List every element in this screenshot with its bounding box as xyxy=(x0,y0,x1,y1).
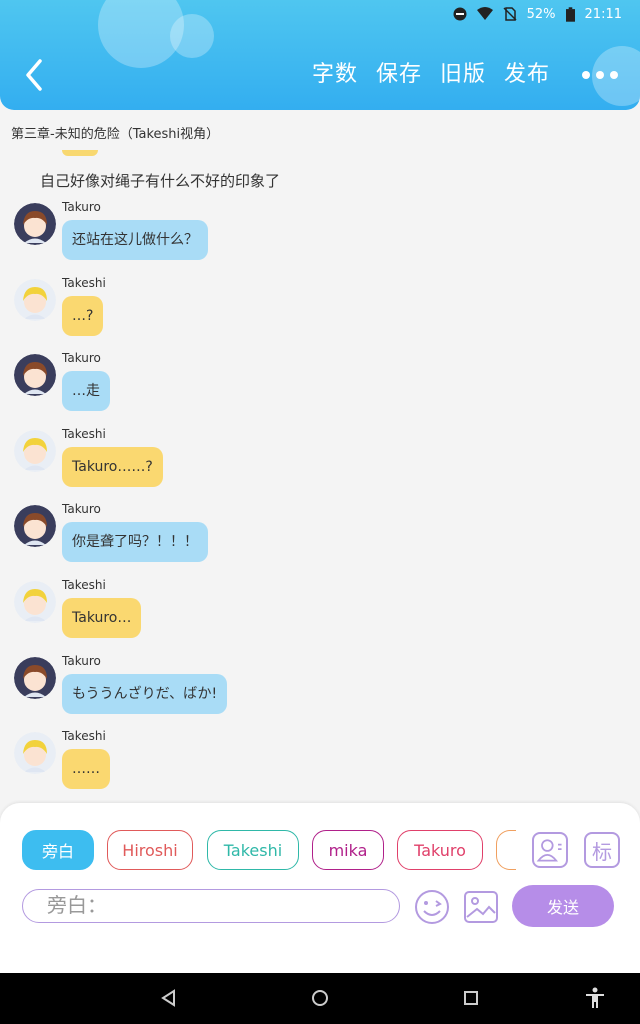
top-header: 52% 21:11 字数 保存 旧版 发布 xyxy=(0,0,640,110)
word-count-button[interactable]: 字数 xyxy=(312,58,358,92)
decor-bubble xyxy=(170,14,214,58)
chat-message[interactable]: Takuro もううんざりだ、ばか! xyxy=(14,654,614,727)
avatar[interactable] xyxy=(14,657,56,699)
speaker-name: Takuro xyxy=(62,502,101,516)
chat-message[interactable]: Takuro 你是聋了吗？！！！ xyxy=(14,502,614,575)
speaker-name: Takuro xyxy=(62,351,101,365)
nav-recents-icon[interactable] xyxy=(459,986,483,1010)
role-chip-hiroshi[interactable]: Hiroshi xyxy=(107,830,193,870)
role-chip-mika[interactable]: mika xyxy=(312,830,384,870)
speaker-name: Takuro xyxy=(62,654,101,668)
chat-message[interactable]: Takeshi Takuro……? xyxy=(14,427,614,500)
speaker-name: Takeshi xyxy=(62,578,106,592)
speaker-name: Takeshi xyxy=(62,427,106,441)
avatar[interactable] xyxy=(14,203,56,245)
system-nav-bar xyxy=(0,973,640,1024)
chat-message[interactable]: Takeshi Takuro… xyxy=(14,578,614,651)
chat-message[interactable]: Takeshi …? xyxy=(14,276,614,349)
message-bubble[interactable]: もううんざりだ、ばか! xyxy=(62,674,228,714)
speaker-name: Takuro xyxy=(62,200,101,214)
message-bubble[interactable]: …走 xyxy=(62,371,110,411)
avatar[interactable] xyxy=(14,732,56,774)
chat-message[interactable]: Takuro …走 xyxy=(14,351,614,424)
accessibility-icon[interactable] xyxy=(583,986,607,1010)
back-icon[interactable] xyxy=(20,55,50,95)
message-bubble[interactable]: Takuro……? xyxy=(62,447,163,487)
avatar[interactable] xyxy=(14,430,56,472)
header-actions: 字数 保存 旧版 发布 xyxy=(312,58,618,92)
wifi-icon xyxy=(476,7,493,20)
more-icon[interactable] xyxy=(582,58,618,92)
chat-message[interactable]: Takuro 还站在这儿做什么？ xyxy=(14,200,614,273)
battery-percent: 52% xyxy=(526,6,556,22)
avatar[interactable] xyxy=(14,354,56,396)
send-button[interactable]: 发送 xyxy=(512,885,614,927)
chat-message[interactable]: Takeshi …… xyxy=(14,729,614,802)
old-version-button[interactable]: 旧版 xyxy=(440,58,486,92)
narration-text: 自己好像对绳子有什么不好的印象了 xyxy=(40,172,281,190)
do-not-disturb-icon xyxy=(453,7,467,21)
dialogue-input[interactable]: 旁白： xyxy=(22,889,400,923)
nav-home-icon[interactable] xyxy=(308,986,332,1010)
save-button[interactable]: 保存 xyxy=(376,58,422,92)
clock: 21:11 xyxy=(584,6,622,22)
character-manage-icon[interactable] xyxy=(532,832,568,868)
avatar[interactable] xyxy=(14,505,56,547)
no-sim-icon xyxy=(503,7,517,21)
chapter-title: 第三章-未知的危险（Takeshi视角） xyxy=(11,127,220,142)
message-bubble[interactable]: Takuro… xyxy=(62,598,142,638)
avatar[interactable] xyxy=(14,581,56,623)
nav-back-icon[interactable] xyxy=(157,986,181,1010)
publish-button[interactable]: 发布 xyxy=(504,58,550,92)
role-chip-takuro[interactable]: Takuro xyxy=(397,830,483,870)
narration-bubble-tail xyxy=(62,150,98,156)
speaker-name: Takeshi xyxy=(62,729,106,743)
emoji-icon[interactable] xyxy=(414,889,450,925)
message-bubble[interactable]: 还站在这儿做什么？ xyxy=(62,220,208,260)
role-chip-takeshi[interactable]: Takeshi xyxy=(207,830,299,870)
role-chip-narration[interactable]: 旁白 xyxy=(22,830,94,870)
input-panel: 旁白 Hiroshi Takeshi mika Takuro 标 旁白： 发送 xyxy=(0,803,640,973)
battery-icon xyxy=(565,6,575,22)
message-bubble[interactable]: …… xyxy=(62,749,110,789)
message-bubble[interactable]: 你是聋了吗？！！！ xyxy=(62,522,208,562)
role-chip-partial[interactable] xyxy=(496,830,516,870)
tag-button[interactable]: 标 xyxy=(584,832,620,868)
speaker-name: Takeshi xyxy=(62,276,106,290)
status-bar: 52% 21:11 xyxy=(453,3,622,25)
message-bubble[interactable]: …? xyxy=(62,296,104,336)
image-icon[interactable] xyxy=(463,889,499,925)
avatar[interactable] xyxy=(14,279,56,321)
